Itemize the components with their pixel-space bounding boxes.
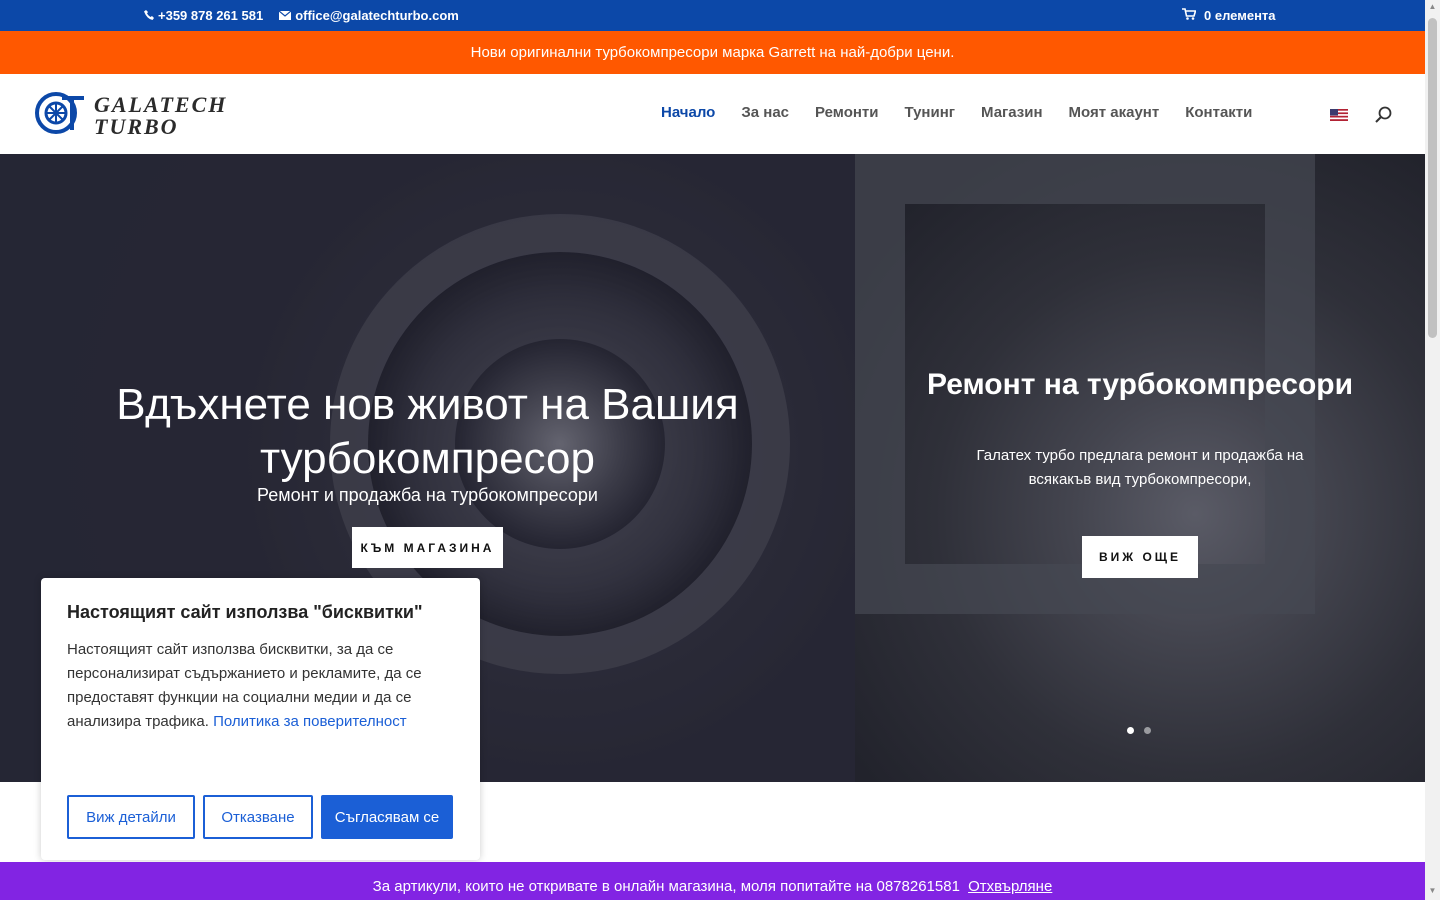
hero-subtitle: Ремонт и продажба на турбокомпресори — [257, 485, 598, 505]
slider-dots — [1127, 727, 1151, 734]
nav-repairs[interactable]: Ремонти — [815, 104, 878, 121]
scroll-up-icon[interactable]: ▲ — [1428, 2, 1437, 12]
dismiss-link[interactable]: Отхвърляне — [968, 878, 1052, 895]
email-link[interactable]: office@galatechturbo.com — [278, 8, 459, 23]
cart-icon — [1182, 8, 1197, 23]
privacy-policy-link[interactable]: Политика за поверителност — [213, 713, 407, 730]
cookie-consent-dialog: Настоящият сайт използва "бисквитки" Нас… — [41, 578, 480, 860]
turbo-logo-icon — [34, 90, 84, 141]
view-details-button[interactable]: Виж детайли — [67, 795, 195, 839]
phone-number: +359 878 261 581 — [158, 8, 264, 23]
cart-count: 0 елемента — [1204, 8, 1276, 23]
decline-button[interactable]: Отказване — [203, 795, 313, 839]
contact-info: +359 878 261 581 office@galatechturbo.co… — [144, 8, 459, 23]
to-shop-button[interactable]: КЪМ МАГАЗИНА — [352, 527, 503, 568]
nav-about[interactable]: За нас — [741, 104, 789, 121]
promo-banner: Нови оригинални турбокомпресори марка Ga… — [0, 31, 1425, 74]
logo-line-1: GALATECH — [94, 91, 228, 117]
logo-text: GALATECH TURBO — [94, 91, 228, 139]
store-notice-bar: За артикули, които не откривате в онлайн… — [0, 862, 1425, 900]
phone-icon — [144, 8, 154, 23]
repair-title: Ремонт на турбокомпресори — [926, 368, 1354, 401]
cookie-buttons: Виж детайли Отказване Съгласявам се — [67, 795, 453, 839]
accept-button[interactable]: Съгласявам се — [321, 795, 453, 839]
store-notice-text: За артикули, които не откривате в онлайн… — [372, 878, 960, 895]
nav-shop[interactable]: Магазин — [981, 104, 1043, 121]
search-icon[interactable] — [1375, 106, 1393, 124]
main-nav: Начало За нас Ремонти Тунинг Магазин Моя… — [661, 104, 1252, 121]
page-scrollbar[interactable]: ▲ ▼ — [1425, 0, 1440, 900]
promo-text: Нови оригинални турбокомпресори марка Ga… — [470, 44, 955, 61]
nav-tuning[interactable]: Тунинг — [904, 104, 955, 121]
scroll-down-icon[interactable]: ▼ — [1428, 886, 1437, 896]
envelope-icon — [278, 8, 292, 23]
hero-title: Вдъхнете нов живот на Вашия турбокомпрес… — [116, 380, 739, 483]
see-more-button[interactable]: ВИЖ ОЩЕ — [1082, 536, 1198, 578]
email-address: office@galatechturbo.com — [295, 8, 459, 23]
cookie-title: Настоящият сайт използва "бисквитки" — [67, 602, 423, 622]
nav-my-account[interactable]: Моят акаунт — [1069, 104, 1160, 121]
hero-slide-repair: Ремонт на турбокомпресори Галатех турбо … — [855, 154, 1425, 782]
logo-line-2: TURBO — [94, 113, 179, 139]
repair-text: Галатех турбо предлага ремонт и продажба… — [976, 447, 1304, 488]
site-header: GALATECH TURBO Начало За нас Ремонти Тун… — [0, 74, 1425, 154]
nav-home[interactable]: Начало — [661, 104, 715, 121]
slider-dot-2[interactable] — [1144, 727, 1151, 734]
nav-contacts[interactable]: Контакти — [1185, 104, 1252, 121]
slider-dot-1[interactable] — [1127, 727, 1134, 734]
cart-link[interactable]: 0 елемента — [1182, 8, 1276, 23]
cookie-text: Настоящият сайт използва бисквитки, за д… — [67, 638, 454, 734]
phone-link[interactable]: +359 878 261 581 — [144, 8, 263, 23]
site-logo[interactable]: GALATECH TURBO — [34, 90, 227, 141]
us-flag-icon[interactable] — [1330, 108, 1348, 121]
top-bar: +359 878 261 581 office@galatechturbo.co… — [0, 0, 1425, 31]
scrollbar-thumb[interactable] — [1428, 18, 1437, 338]
